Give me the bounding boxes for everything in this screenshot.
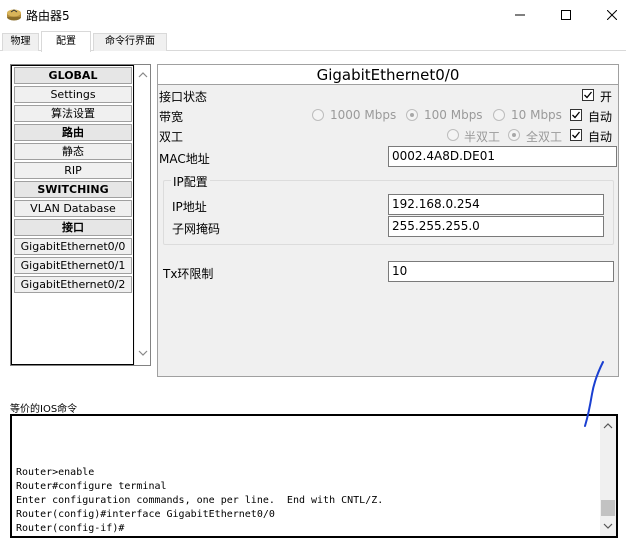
checkmark-icon [572, 111, 581, 119]
nav-item-gig0-1[interactable]: GigabitEthernet0/1 [14, 257, 132, 274]
tab-bar: 物理 配置 命令行界面 [0, 31, 626, 52]
close-icon [607, 10, 617, 20]
nav-scrollbar[interactable] [134, 65, 150, 365]
tab-label: 命令行界面 [105, 36, 155, 47]
ios-terminal[interactable]: Router>enable Router#configure terminal En… [10, 414, 618, 538]
nav-header-global: GLOBAL [14, 67, 132, 84]
close-button[interactable] [589, 0, 626, 30]
checkmark-icon [572, 131, 581, 139]
duplex-half-label: 半双工 [464, 130, 501, 144]
interface-config-panel: GigabitEthernet0/0 接口状态 开 带宽 1000 Mbps 1… [157, 64, 619, 377]
tab-label: 物理 [10, 36, 31, 47]
window-title: 路由器5 [26, 9, 70, 23]
nav-item-static[interactable]: 静态 [14, 143, 132, 160]
mac-address-input[interactable]: 0002.4A8D.DE01 [388, 146, 617, 167]
tab-cli[interactable]: 命令行界面 [93, 33, 167, 51]
bandwidth-10-label: 10 Mbps [511, 108, 562, 122]
nav-item-gig0-0[interactable]: GigabitEthernet0/0 [14, 238, 132, 255]
nav-header-interface: 接口 [14, 219, 132, 236]
terminal-output: Router>enable Router#configure terminal En… [16, 466, 383, 536]
tab-physical[interactable]: 物理 [2, 33, 39, 51]
port-status-on-label: 开 [600, 90, 613, 104]
minimize-icon [515, 14, 525, 16]
tab-label: 配置 [56, 36, 76, 47]
maximize-button[interactable] [543, 0, 589, 30]
chevron-down-icon[interactable] [138, 348, 148, 358]
checkmark-icon [584, 91, 593, 99]
ip-address-input[interactable]: 192.168.0.254 [388, 194, 604, 215]
config-nav-panel: GLOBAL Settings 算法设置 路由 静态 RIP SWITCHING… [10, 64, 151, 366]
duplex-auto-label: 自动 [588, 130, 613, 144]
nav-item-vlan-database[interactable]: VLAN Database [14, 200, 132, 217]
subnet-mask-label: 子网掩码 [172, 222, 221, 236]
terminal-scrollbar[interactable] [600, 416, 616, 536]
scroll-thumb[interactable] [601, 500, 615, 516]
terminal-line: Enter configuration commands, one per li… [16, 495, 384, 506]
title-bar: 路由器5 [0, 0, 626, 30]
chevron-up-icon[interactable] [138, 70, 148, 80]
bandwidth-1000-label: 1000 Mbps [330, 108, 397, 122]
duplex-label: 双工 [159, 130, 184, 144]
interface-title: GigabitEthernet0/0 [158, 65, 618, 85]
bandwidth-100-radio[interactable] [406, 109, 418, 121]
duplex-auto-checkbox[interactable] [570, 129, 582, 141]
bandwidth-1000-radio[interactable] [312, 109, 324, 121]
bandwidth-auto-label: 自动 [588, 110, 613, 124]
bandwidth-label: 带宽 [159, 110, 184, 124]
ip-address-label: IP地址 [172, 200, 207, 214]
tx-ring-label: Tx环限制 [163, 267, 214, 281]
terminal-line: Router#configure terminal [16, 481, 167, 492]
maximize-icon [561, 10, 571, 20]
subnet-mask-input[interactable]: 255.255.255.0 [388, 216, 604, 237]
nav-item-rip[interactable]: RIP [14, 162, 132, 179]
minimize-button[interactable] [497, 0, 543, 30]
bandwidth-10-radio[interactable] [493, 109, 505, 121]
ip-config-legend: IP配置 [171, 173, 210, 190]
chevron-down-icon[interactable] [603, 521, 613, 531]
bandwidth-100-label: 100 Mbps [424, 108, 483, 122]
terminal-line: Router(config-if)# [16, 523, 125, 534]
nav-header-routing: 路由 [14, 124, 132, 141]
duplex-full-label: 全双工 [526, 130, 563, 144]
nav-header-switching: SWITCHING [14, 181, 132, 198]
tab-config[interactable]: 配置 [41, 31, 91, 52]
duplex-half-radio[interactable] [447, 129, 459, 141]
tx-ring-input[interactable]: 10 [388, 261, 614, 282]
nav-list: GLOBAL Settings 算法设置 路由 静态 RIP SWITCHING… [11, 65, 134, 365]
ios-commands-label: 等价的IOS命令 [10, 404, 78, 415]
nav-item-settings[interactable]: Settings [14, 86, 132, 103]
router-icon [7, 9, 21, 21]
terminal-line: Router(config)#interface GigabitEthernet… [16, 509, 275, 520]
terminal-line: Router>enable [16, 467, 95, 478]
port-status-checkbox[interactable] [582, 89, 594, 101]
pen-annotation-mark [584, 361, 604, 427]
bandwidth-auto-checkbox[interactable] [570, 109, 582, 121]
port-status-label: 接口状态 [159, 90, 208, 104]
nav-item-gig0-2[interactable]: GigabitEthernet0/2 [14, 276, 132, 293]
mac-address-label: MAC地址 [159, 152, 210, 166]
duplex-full-radio[interactable] [508, 129, 520, 141]
nav-item-algorithm[interactable]: 算法设置 [14, 105, 132, 122]
